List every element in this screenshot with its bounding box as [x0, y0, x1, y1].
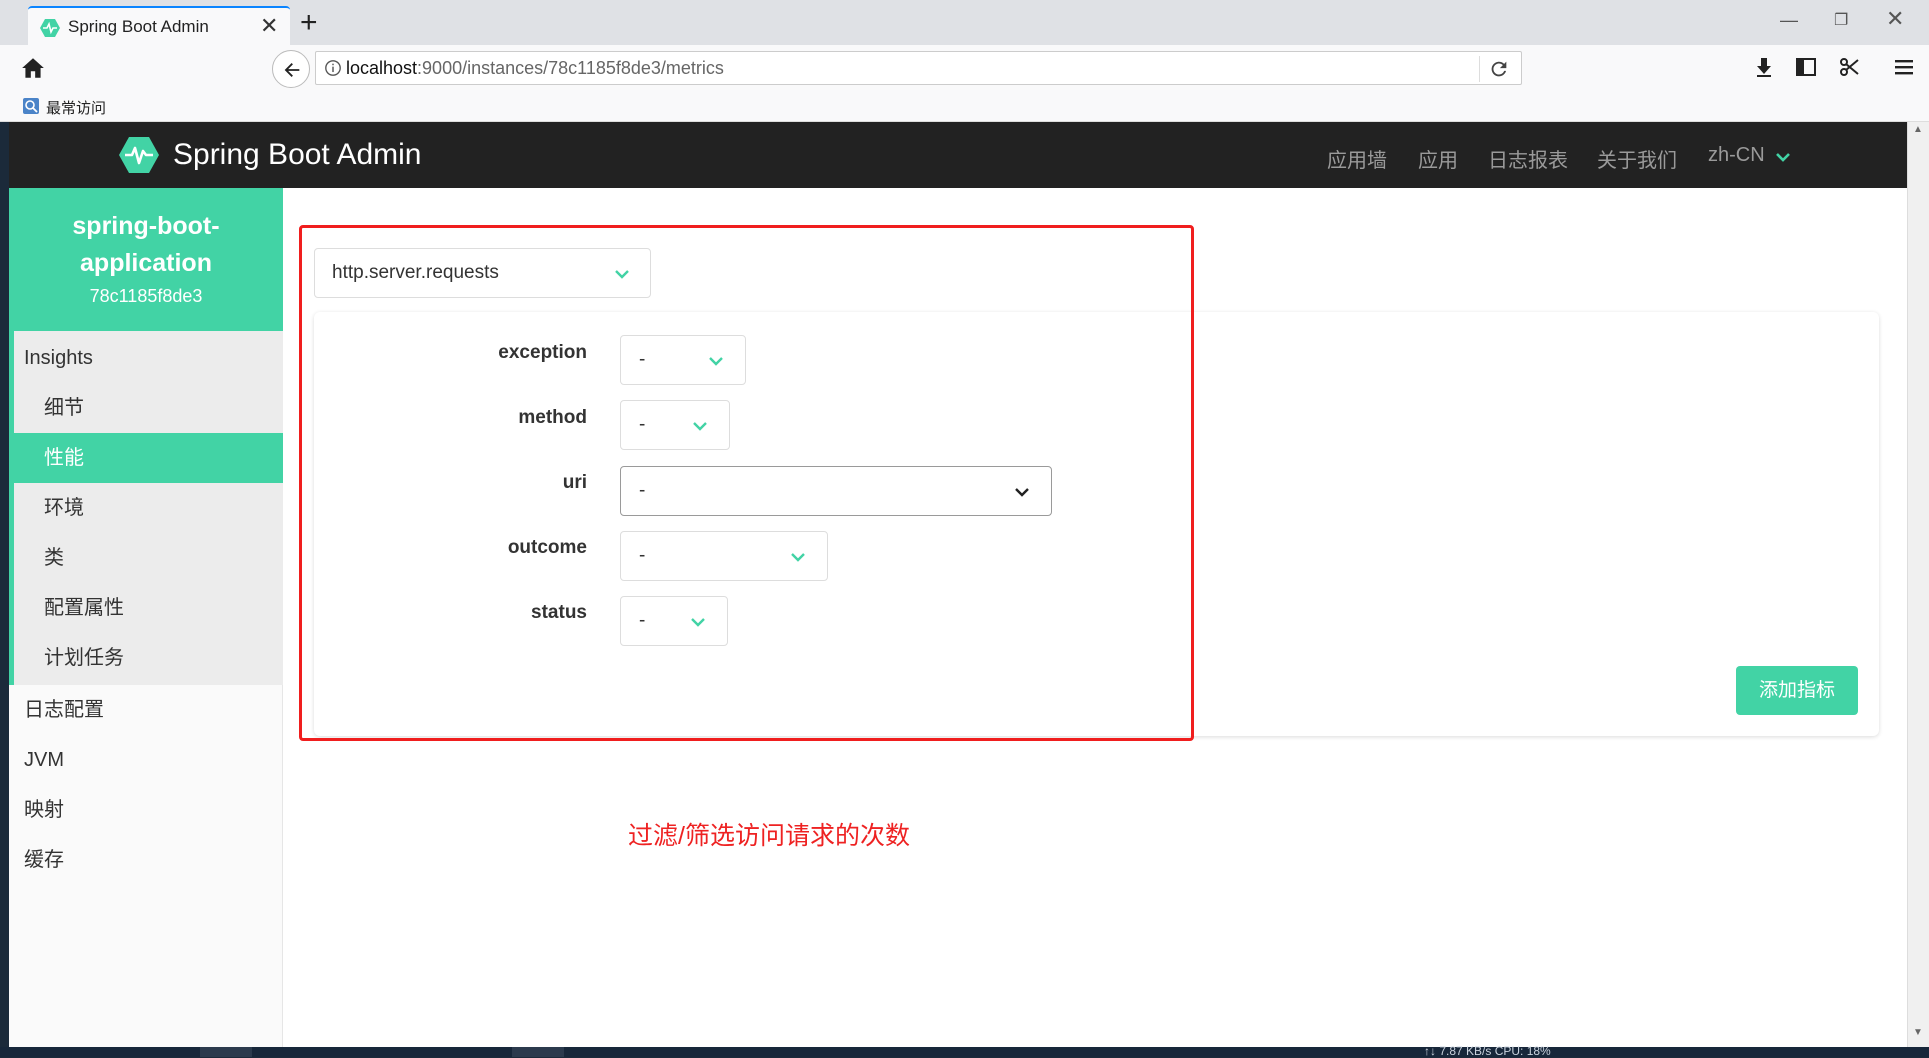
instance-name: spring-boot-application — [72, 212, 220, 277]
scroll-down-icon[interactable]: ▼ — [1913, 1027, 1923, 1038]
scroll-up-icon[interactable]: ▲ — [1913, 124, 1923, 135]
annotation-highlight-box — [299, 225, 1194, 741]
screenshot-icon[interactable] — [1838, 55, 1862, 79]
download-icon[interactable] — [1752, 55, 1776, 79]
sidebar-item-details[interactable]: 细节 — [9, 383, 283, 433]
sidebar-item-environment[interactable]: 环境 — [9, 483, 283, 533]
sidebar-group-insights[interactable]: Insights — [9, 333, 283, 383]
browser-tab[interactable]: Spring Boot Admin ✕ — [28, 6, 290, 45]
arrow-left-icon — [284, 63, 300, 77]
hamburger-menu-icon[interactable] — [1892, 55, 1916, 79]
tab-title: Spring Boot Admin — [68, 17, 209, 36]
sidebar-item-caches[interactable]: 缓存 — [9, 835, 283, 885]
sidebar-item-configprops[interactable]: 配置属性 — [9, 583, 283, 633]
taskbar-app[interactable] — [200, 1047, 252, 1057]
instance-sidebar: spring-boot-application 78c1185f8de3 Ins… — [9, 188, 283, 1047]
back-button[interactable] — [272, 50, 310, 88]
bookmarks-bar: 最常访问 — [0, 91, 1929, 122]
sidebar-item-loggers[interactable]: 日志配置 — [9, 685, 283, 735]
add-metric-button[interactable]: 添加指标 — [1736, 666, 1858, 715]
bookmark-most-visited[interactable]: 最常访问 — [46, 97, 106, 118]
url-divider — [1479, 56, 1480, 82]
spring-boot-admin-favicon-icon — [40, 19, 60, 37]
info-icon[interactable] — [324, 59, 342, 77]
reload-icon[interactable] — [1488, 58, 1510, 80]
language-selector[interactable]: zh-CN — [1708, 144, 1765, 167]
sidebar-item-scheduled-tasks[interactable]: 计划任务 — [9, 633, 283, 683]
instance-id: 78c1185f8de3 — [89, 286, 203, 306]
sidebar-item-metrics[interactable]: 性能 — [9, 433, 283, 483]
restore-window-button[interactable]: ❐ — [1834, 10, 1848, 30]
os-taskbar — [0, 1047, 1929, 1057]
taskbar-app[interactable] — [512, 1047, 564, 1057]
sidebar-item-mappings[interactable]: 映射 — [9, 785, 283, 835]
url-host: localhost — [346, 58, 418, 78]
new-tab-button[interactable]: + — [300, 6, 318, 40]
browser-toolbar: localhost:9000/instances/78c1185f8de3/me… — [0, 45, 1929, 91]
page-viewport: Spring Boot Admin 应用墙 应用 日志报表 关于我们 zh-CN… — [9, 122, 1907, 1047]
minimize-window-button[interactable]: — — [1780, 10, 1798, 31]
spring-boot-admin-logo-icon[interactable] — [119, 135, 159, 175]
bookmark-folder-icon — [23, 98, 39, 114]
chevron-down-icon[interactable] — [1774, 148, 1792, 166]
close-window-button[interactable]: ✕ — [1886, 6, 1904, 32]
address-bar[interactable]: localhost:9000/instances/78c1185f8de3/me… — [315, 51, 1522, 85]
taskbar-network-cpu-stats: ↑↓ 7.87 KB/s CPU: 18% — [1424, 1044, 1551, 1058]
nav-journal[interactable]: 日志报表 — [1488, 144, 1568, 173]
url-path: :9000/instances/78c1185f8de3/metrics — [417, 58, 724, 78]
app-header: Spring Boot Admin 应用墙 应用 日志报表 关于我们 zh-CN — [9, 122, 1907, 188]
page-scrollbar[interactable]: ▲ ▼ — [1907, 122, 1929, 1047]
browser-tab-bar: Spring Boot Admin ✕ + — ❐ ✕ — [0, 0, 1929, 45]
url-text: localhost:9000/instances/78c1185f8de3/me… — [346, 58, 724, 79]
sidebar-item-jvm[interactable]: JVM — [9, 735, 283, 785]
nav-about[interactable]: 关于我们 — [1597, 144, 1677, 173]
nav-wallboard[interactable]: 应用墙 — [1327, 144, 1387, 173]
tab-close-icon[interactable]: ✕ — [260, 14, 278, 38]
brand-title[interactable]: Spring Boot Admin — [173, 138, 421, 172]
annotation-caption: 过滤/筛选访问请求的次数 — [628, 822, 910, 850]
sidebar-item-beans[interactable]: 类 — [9, 533, 283, 583]
insights-group: Insights 细节 性能 环境 类 配置属性 计划任务 — [9, 331, 283, 685]
home-icon[interactable] — [20, 55, 46, 81]
nav-applications[interactable]: 应用 — [1418, 144, 1458, 173]
instance-header: spring-boot-application 78c1185f8de3 — [9, 188, 283, 331]
sidebar-toggle-icon[interactable] — [1794, 55, 1818, 79]
